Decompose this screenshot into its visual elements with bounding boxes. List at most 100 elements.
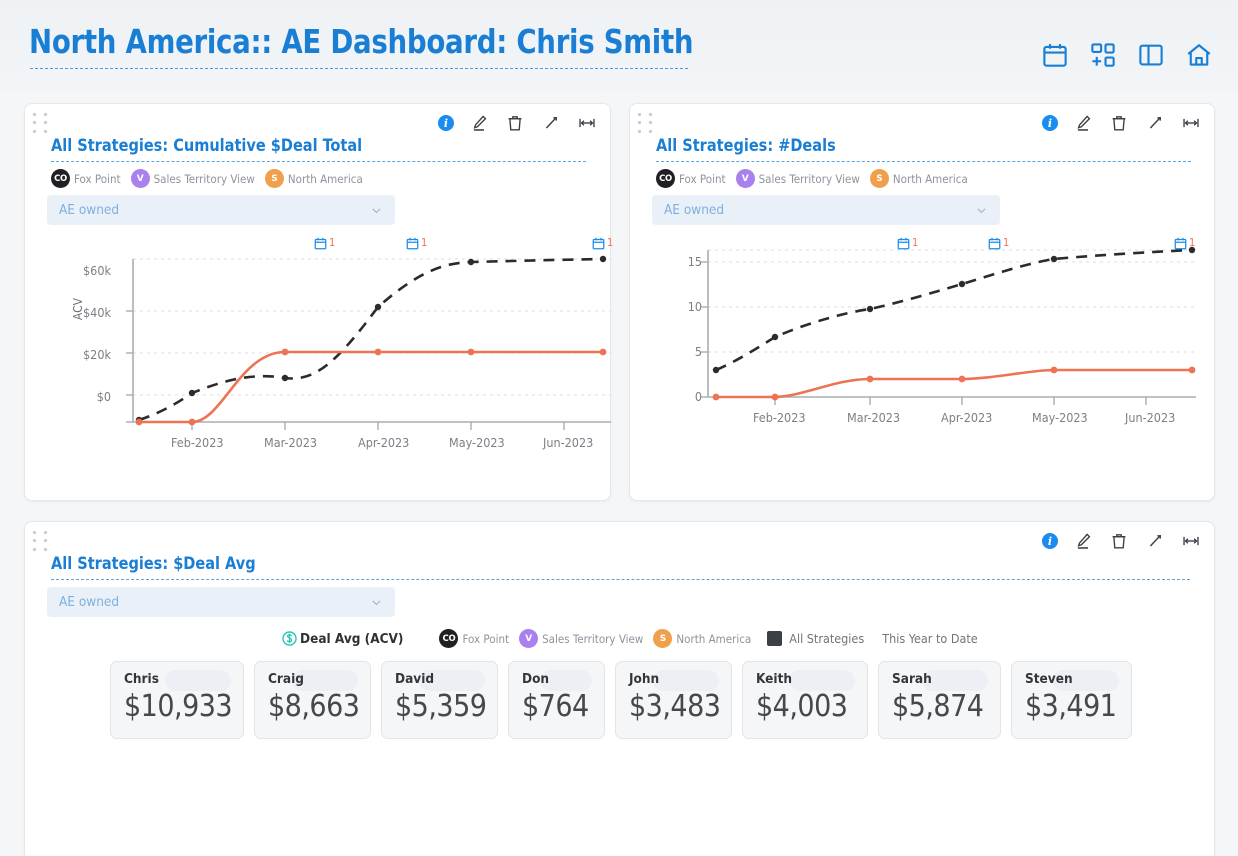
x-tick-label: Feb-2023 bbox=[171, 435, 224, 450]
page-title: North America:: AE Dashboard: Chris Smit… bbox=[29, 22, 694, 61]
badge-label: Fox Point bbox=[462, 631, 510, 646]
tile-name: Keith bbox=[756, 671, 793, 687]
info-icon[interactable]: i bbox=[1042, 115, 1058, 131]
badge-initials: S bbox=[264, 169, 284, 188]
edit-icon[interactable] bbox=[468, 112, 490, 134]
filter-dropdown-value: AE owned bbox=[59, 202, 120, 218]
title-underline bbox=[30, 68, 688, 69]
tile-value: $764 bbox=[522, 689, 589, 724]
x-tick-label: Mar-2023 bbox=[264, 435, 318, 450]
chart-plot-area bbox=[126, 255, 611, 430]
filter-dropdown-ae-owned[interactable]: AE owned bbox=[652, 195, 1000, 225]
badge-label: North America bbox=[892, 171, 968, 186]
card-title: All Strategies: Cumulative $Deal Total bbox=[51, 136, 363, 156]
tile-value: $3,483 bbox=[629, 689, 721, 724]
badge-chip-fox-point: CO Fox Point bbox=[656, 169, 726, 188]
dollar-circle-icon bbox=[282, 631, 297, 646]
home-icon[interactable] bbox=[1184, 40, 1214, 70]
card-title-rule bbox=[51, 579, 1190, 580]
badge-initials: V bbox=[130, 169, 150, 188]
legend-period-label: This Year to Date bbox=[882, 631, 978, 646]
drag-handle[interactable] bbox=[33, 113, 49, 135]
badge-chip-fox-point: CO Fox Point bbox=[439, 629, 509, 648]
stat-tile[interactable]: Keith $4,003 bbox=[742, 661, 868, 739]
tile-value: $5,359 bbox=[395, 689, 487, 724]
card-cumulative-deal-total: i All Strategies: Cumulative $Deal Total… bbox=[24, 103, 613, 501]
badge-initials: CO bbox=[439, 629, 459, 648]
expand-diagonal-icon[interactable] bbox=[1144, 112, 1166, 134]
info-icon[interactable]: i bbox=[438, 115, 454, 131]
badge-row: CO Fox Point V Sales Territory View S No… bbox=[656, 169, 978, 188]
resize-horizontal-icon[interactable] bbox=[1180, 530, 1202, 552]
badge-label: Sales Territory View bbox=[758, 171, 860, 186]
tile-value: $8,663 bbox=[268, 689, 360, 724]
stat-tile[interactable]: John $3,483 bbox=[615, 661, 732, 739]
badge-initials: CO bbox=[656, 169, 675, 188]
badge-row: CO Fox Point V Sales Territory View S No… bbox=[51, 169, 373, 188]
card-toolbar: i bbox=[1042, 530, 1202, 552]
badge-label: Fox Point bbox=[74, 171, 121, 186]
filter-dropdown-ae-owned[interactable]: AE owned bbox=[47, 587, 395, 617]
layout-icon[interactable] bbox=[1136, 40, 1166, 70]
chevron-down-icon bbox=[372, 599, 381, 605]
stat-tile[interactable]: Craig $8,663 bbox=[254, 661, 371, 739]
resize-horizontal-icon[interactable] bbox=[576, 112, 598, 134]
badge-chip-sales-territory-view: V Sales Territory View bbox=[130, 169, 255, 188]
tile-name: Craig bbox=[268, 671, 304, 687]
tile-name: David bbox=[395, 671, 435, 687]
chart-legend: Deal Avg (ACV) CO Fox Point V Sales Terr… bbox=[281, 629, 978, 648]
filter-dropdown-value: AE owned bbox=[59, 594, 120, 610]
tile-value: $10,933 bbox=[124, 689, 233, 724]
edit-icon[interactable] bbox=[1072, 112, 1094, 134]
badge-chip-sales-territory-view: V Sales Territory View bbox=[519, 629, 643, 648]
badge-label: North America bbox=[287, 171, 363, 186]
x-tick-label: Apr-2023 bbox=[941, 410, 993, 425]
x-tick-label: Mar-2023 bbox=[847, 410, 901, 425]
tile-name: Don bbox=[522, 671, 550, 687]
card-title: All Strategies: #Deals bbox=[656, 136, 836, 156]
badge-chip-north-america: S North America bbox=[653, 629, 751, 648]
legend-metric-label: Deal Avg (ACV) bbox=[300, 630, 404, 647]
drag-handle[interactable] bbox=[638, 113, 654, 135]
all-strategies-swatch bbox=[767, 631, 783, 646]
header-icon-bar bbox=[1040, 40, 1214, 70]
calendar-icon[interactable] bbox=[1040, 40, 1070, 70]
stat-tile[interactable]: David $5,359 bbox=[381, 661, 498, 739]
card-toolbar: i bbox=[438, 112, 598, 134]
tile-name: Steven bbox=[1025, 671, 1073, 687]
edit-icon[interactable] bbox=[1072, 530, 1094, 552]
stat-tile[interactable]: Chris $10,933 bbox=[110, 661, 244, 739]
resize-horizontal-icon[interactable] bbox=[1180, 112, 1202, 134]
badge-chip-fox-point: CO Fox Point bbox=[51, 169, 121, 188]
legend-all-strategies-label: All Strategies bbox=[789, 631, 865, 646]
legend-metric-deal-avg: Deal Avg (ACV) bbox=[281, 630, 403, 647]
add-widget-icon[interactable] bbox=[1088, 40, 1118, 70]
x-tick-label: May-2023 bbox=[1032, 410, 1088, 425]
tile-name: John bbox=[629, 671, 660, 687]
chevron-down-icon bbox=[372, 207, 381, 213]
badge-chip-north-america: S North America bbox=[869, 169, 968, 188]
x-tick-label: Apr-2023 bbox=[358, 435, 410, 450]
drag-handle[interactable] bbox=[33, 531, 49, 553]
trash-icon[interactable] bbox=[1108, 530, 1130, 552]
chart-number-of-deals: 1 1 1 0 5 10 15 Feb-2023 Mar-2023 Apr-20… bbox=[630, 232, 1216, 457]
badge-initials: V bbox=[735, 169, 755, 188]
badge-label: Sales Territory View bbox=[542, 631, 644, 646]
info-icon[interactable]: i bbox=[1042, 533, 1058, 549]
x-tick-label: Jun-2023 bbox=[543, 435, 594, 450]
stat-tile[interactable]: Sarah $5,874 bbox=[878, 661, 1001, 739]
card-title-rule bbox=[51, 161, 586, 162]
deal-avg-tile-row: Chris $10,933 Craig $8,663 David $5,359 … bbox=[110, 661, 1132, 739]
stat-tile[interactable]: Don $764 bbox=[508, 661, 605, 739]
filter-dropdown-ae-owned[interactable]: AE owned bbox=[47, 195, 395, 225]
card-title-rule bbox=[656, 161, 1191, 162]
card-title: All Strategies: $Deal Avg bbox=[51, 554, 256, 574]
badge-label: North America bbox=[676, 631, 752, 646]
trash-icon[interactable] bbox=[1108, 112, 1130, 134]
badge-label: Sales Territory View bbox=[153, 171, 255, 186]
trash-icon[interactable] bbox=[504, 112, 526, 134]
expand-diagonal-icon[interactable] bbox=[1144, 530, 1166, 552]
stat-tile[interactable]: Steven $3,491 bbox=[1011, 661, 1132, 739]
tile-value: $3,491 bbox=[1025, 689, 1117, 724]
expand-diagonal-icon[interactable] bbox=[540, 112, 562, 134]
